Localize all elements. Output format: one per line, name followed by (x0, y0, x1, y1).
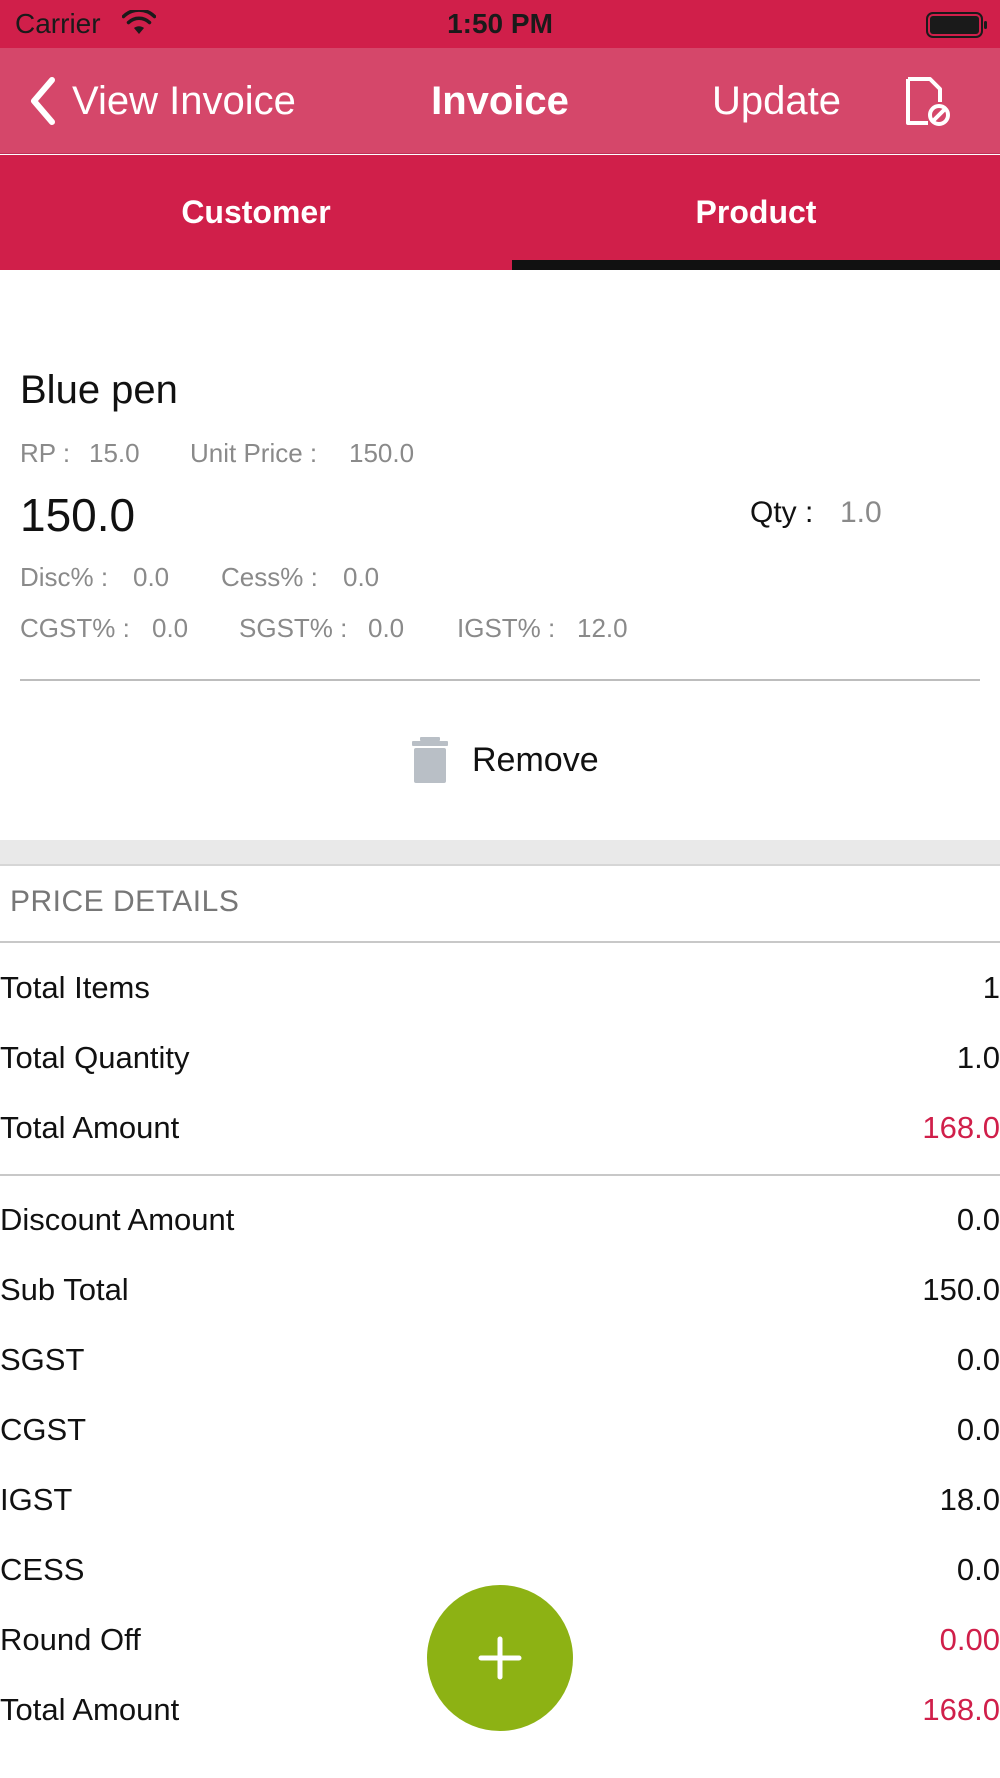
qty-value[interactable]: 1.0 (840, 496, 882, 530)
row-label: SGST (0, 1342, 85, 1377)
breakdown-row-sgst: SGST 0.0 (0, 1342, 1000, 1392)
row-value: 0.0 (956, 1202, 1000, 1237)
row-value: 1.0 (956, 1040, 1000, 1075)
breakdown-row-cgst: CGST 0.0 (0, 1412, 1000, 1462)
divider (0, 941, 1000, 943)
cgst-value: 0.0 (152, 613, 189, 643)
row-label: Sub Total (0, 1272, 129, 1307)
sgst-label: SGST% : (239, 613, 348, 643)
unit-price-value: 150.0 (349, 438, 415, 468)
cgst-label: CGST% : (20, 613, 130, 643)
row-label: Round Off (0, 1622, 141, 1657)
divider (0, 1174, 1000, 1176)
row-value: 0.0 (956, 1412, 1000, 1447)
summary-row-total-quantity: Total Quantity 1.0 (0, 1040, 1000, 1090)
add-product-button[interactable] (427, 1585, 573, 1731)
product-name: Blue pen (20, 368, 178, 412)
plus-icon (478, 1636, 522, 1680)
summary-row-total-amount: Total Amount 168.0 (0, 1110, 1000, 1160)
row-value: 150.0 (922, 1272, 1000, 1307)
row-label: Total Items (0, 970, 150, 1005)
igst-label: IGST% : (457, 613, 556, 643)
sgst-value: 0.0 (368, 613, 405, 643)
rp-value: 15.0 (89, 438, 140, 468)
qty-label: Qty : (750, 496, 814, 529)
row-label: Total Quantity (0, 1040, 190, 1075)
unit-price-label: Unit Price : (190, 438, 318, 468)
row-value: 0.00 (939, 1622, 1000, 1657)
tab-product[interactable]: Product (512, 155, 1000, 270)
status-bar: Carrier 1:50 PM (0, 0, 1000, 48)
row-label: CESS (0, 1552, 85, 1587)
update-button[interactable]: Update (712, 79, 841, 124)
row-label: Total Amount (0, 1110, 180, 1145)
remove-button[interactable]: Remove (410, 735, 599, 785)
disc-value: 0.0 (133, 562, 170, 592)
tab-customer[interactable]: Customer (0, 155, 512, 270)
row-value: 0.0 (956, 1342, 1000, 1377)
tab-selected-indicator (512, 260, 1000, 270)
rp-label: RP : (20, 438, 71, 468)
product-price: 150.0 (20, 489, 136, 541)
cess-value: 0.0 (343, 562, 380, 592)
breakdown-row-discount: Discount Amount 0.0 (0, 1202, 1000, 1252)
row-label: Discount Amount (0, 1202, 235, 1237)
breakdown-row-igst: IGST 18.0 (0, 1482, 1000, 1532)
row-label: IGST (0, 1482, 73, 1517)
page-title: Invoice (431, 79, 569, 123)
row-value: 0.0 (956, 1552, 1000, 1587)
nav-bar: View Invoice Invoice Update (0, 48, 1000, 154)
row-value: 168.0 (922, 1110, 1000, 1145)
tab-bar: Customer Product (0, 155, 1000, 270)
card-divider (20, 679, 980, 681)
remove-label: Remove (472, 740, 599, 779)
disc-label: Disc% : (20, 562, 109, 592)
breakdown-row-sub-total: Sub Total 150.0 (0, 1272, 1000, 1322)
summary-row-total-items: Total Items 1 (0, 970, 1000, 1020)
battery-icon (926, 12, 987, 38)
row-value: 18.0 (939, 1482, 1000, 1517)
product-card: Blue pen RP : 15.0 Unit Price : 150.0 15… (0, 270, 1000, 840)
document-cancel-icon[interactable] (902, 76, 950, 128)
trash-icon (412, 737, 448, 783)
igst-value: 12.0 (577, 613, 628, 643)
row-value: 1 (982, 970, 1000, 1005)
price-details-header: PRICE DETAILS (10, 885, 240, 918)
row-label: CGST (0, 1412, 87, 1447)
status-time: 1:50 PM (447, 8, 553, 39)
section-divider (0, 840, 1000, 866)
row-label: Total Amount (0, 1692, 180, 1727)
row-value: 168.0 (922, 1692, 1000, 1727)
cess-label: Cess% : (221, 562, 318, 592)
